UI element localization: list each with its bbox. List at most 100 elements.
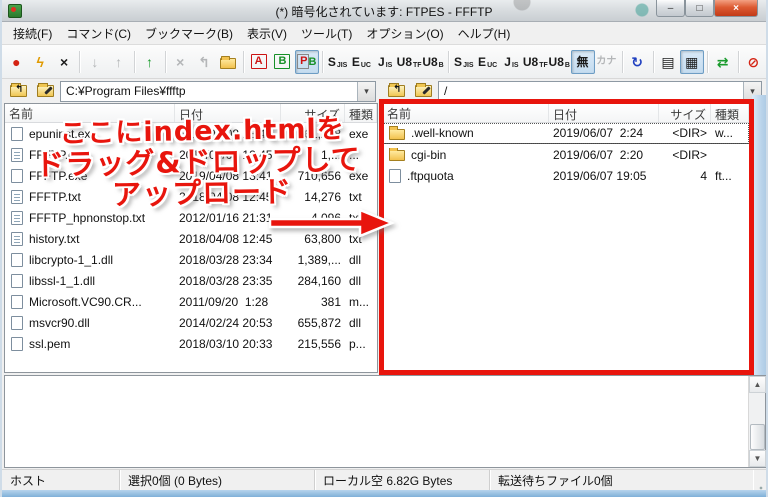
scroll-up-icon: ▲ [753, 380, 762, 389]
host-kanji-sjis-icon: S [327, 54, 336, 69]
file-icon [11, 273, 23, 288]
FFFTP.exe[interactable]: FFFTP.exe 2019/04/08 13:41 710,656 exe [5, 165, 377, 186]
binary-mode-button[interactable]: B [271, 50, 295, 74]
toolbar-separator [321, 50, 323, 73]
column-header-type[interactable]: 種類 [345, 104, 377, 122]
column-header-name[interactable]: 名前 [383, 104, 549, 122]
quick-connect-button[interactable]: ϟ [29, 50, 53, 74]
column-header-size[interactable]: サイズ [281, 104, 345, 122]
host-kanji-sjis-button[interactable]: S JIS [326, 50, 350, 74]
abort-button[interactable]: ⊘ [742, 50, 766, 74]
FFFTP.chm[interactable]: FFFTP.chm 2018/04/08 12:45 1,... ... [5, 144, 377, 165]
remote-up-folder-button[interactable]: ↰ [384, 81, 408, 102]
local-path-combobox[interactable]: C:¥Program Files¥ffftp ▾ [60, 80, 376, 102]
host-kanji-euc-icon: E [351, 54, 360, 69]
host-kanji-jis-button[interactable]: J IS [373, 50, 397, 74]
host-kanji-utf8bom-button[interactable]: U8 B [421, 50, 445, 74]
remote-path-combobox[interactable]: / ▾ [438, 80, 762, 102]
status-selection: 選択0個 (0 Bytes) [120, 470, 315, 490]
maximize-button[interactable]: □ [685, 0, 714, 17]
auto-mode-button[interactable]: PB [294, 49, 319, 74]
libcrypto-1_1.dll[interactable]: libcrypto-1_1.dll 2018/03/28 23:34 1,389… [5, 249, 377, 270]
msvcr90.dll[interactable]: msvcr90.dll 2014/02/24 20:53 655,872 dll [5, 312, 377, 333]
.well-known[interactable]: .well-known 2019/06/07 2:24 <DIR> w... [383, 123, 749, 144]
FFFTP.txt[interactable]: FFFTP.txt 2018/04/08 12:45 14,276 txt [5, 186, 377, 207]
download-button[interactable]: ↓ [83, 50, 107, 74]
local-change-folder-button[interactable] [33, 81, 57, 102]
log-scrollbar[interactable]: ▲ ▼ [748, 376, 766, 467]
ascii-mode-button[interactable]: A [247, 50, 271, 74]
download-icon: ↓ [91, 53, 99, 70]
menu-view[interactable]: 表示(V) [240, 22, 294, 45]
menu-connect[interactable]: 接続(F) [6, 22, 59, 45]
host-kanji-euc-button[interactable]: E UC [349, 50, 373, 74]
binary-mode-icon: B [274, 54, 291, 69]
mirror-upload-button[interactable]: ↑ [138, 50, 162, 74]
local-file-pane: 名前 日付 サイズ 種類 epuninst.exe 2019/04/08 13:… [4, 103, 378, 373]
refresh-icon: ↻ [631, 53, 644, 70]
make-directory-button[interactable] [216, 50, 240, 74]
epuninst.exe[interactable]: epuninst.exe 2019/04/08 13:41 161,288 ex… [5, 123, 377, 144]
abort-icon: ⊘ [747, 53, 760, 70]
sync-folders-button[interactable]: ⇄ [711, 50, 735, 74]
local-kanji-euc-icon: E [478, 54, 487, 69]
menu-bar: 接続(F) コマンド(C) ブックマーク(B) 表示(V) ツール(T) オプション(O)… [2, 22, 766, 45]
scroll-up-button[interactable]: ▲ [749, 376, 766, 393]
toolbar-separator [707, 50, 709, 73]
toolbar: ● ϟ × ↓ ↑ ↑ × ↰ A B P B S JIS E UC J IS U8 TF U8 B S JIS E UC J IS U… [2, 45, 766, 79]
connect-button[interactable]: ● [5, 50, 29, 74]
scroll-down-button[interactable]: ▼ [749, 450, 766, 467]
local-kanji-euc-button[interactable]: E UC [476, 50, 500, 74]
menu-command[interactable]: コマンド(C) [59, 22, 138, 45]
detail-view-button[interactable]: ▦ [680, 49, 705, 74]
text-file-icon [11, 189, 23, 204]
Microsoft.VC90.CR...[interactable]: Microsoft.VC90.CR... 2011/09/20 1:28 381… [5, 291, 377, 312]
column-header-size[interactable]: サイズ [659, 104, 711, 122]
local-kanji-sjis-button[interactable]: S JIS [452, 50, 476, 74]
column-header-date[interactable]: 日付 [549, 104, 659, 122]
menu-help[interactable]: ヘルプ(H) [451, 22, 518, 45]
list-view-button[interactable]: ▤ [657, 50, 681, 74]
ssl.pem[interactable]: ssl.pem 2018/03/10 20:33 215,556 p... [5, 333, 377, 354]
mirror-upload-icon: ↑ [145, 53, 153, 70]
disconnect-button[interactable]: × [53, 50, 77, 74]
libssl-1_1.dll[interactable]: libssl-1_1.dll 2018/03/28 23:35 284,160 … [5, 270, 377, 291]
upload-button[interactable]: ↑ [107, 50, 131, 74]
ascii-mode-icon: A [250, 54, 267, 69]
close-button[interactable]: × [714, 0, 758, 17]
menu-option[interactable]: オプション(O) [359, 22, 450, 45]
menu-tool[interactable]: ツール(T) [294, 22, 359, 45]
remote-change-folder-button[interactable] [411, 81, 435, 102]
refresh-button[interactable]: ↻ [626, 50, 650, 74]
local-kanji-utf8-button[interactable]: U8 TF [523, 50, 548, 74]
window-title: (*) 暗号化されています: FTPES - FFFTP [275, 5, 493, 19]
menu-bookmark[interactable]: ブックマーク(B) [138, 22, 240, 45]
file-icon [11, 168, 23, 183]
list-view-icon: ▤ [661, 53, 675, 70]
local-kanji-utf8bom-button[interactable]: U8 B [547, 50, 571, 74]
scrollbar-thumb[interactable] [750, 424, 765, 450]
quick-connect-icon: ϟ [36, 53, 44, 70]
host-kanji-utf8bom-icon: U8 [422, 54, 438, 69]
scroll-down-icon: ▼ [753, 454, 762, 463]
minimize-button[interactable]: – [656, 0, 685, 17]
column-header-name[interactable]: 名前 [5, 104, 175, 122]
local-kanji-jis-button[interactable]: J IS [500, 50, 524, 74]
column-header-type[interactable]: 種類 [711, 104, 749, 122]
file-icon [11, 315, 23, 330]
remote-path-row: ↰ / ▾ [380, 79, 766, 103]
FFFTP_hpnonstop.txt[interactable]: FFFTP_hpnonstop.txt 2012/01/16 21:31 4,0… [5, 207, 377, 228]
connect-icon: ● [12, 53, 21, 70]
delete-button[interactable]: × [169, 50, 193, 74]
.ftpquota[interactable]: .ftpquota 2019/06/07 19:05 4 ft... [383, 165, 749, 186]
history.txt[interactable]: history.txt 2018/04/08 12:45 63,800 txt [5, 228, 377, 249]
column-header-date[interactable]: 日付 [175, 104, 281, 122]
host-kanji-utf8-button[interactable]: U8 TF [397, 50, 422, 74]
cgi-bin[interactable]: cgi-bin 2019/06/07 2:20 <DIR> [383, 144, 749, 165]
local-up-folder-button[interactable]: ↰ [6, 81, 30, 102]
local-path-dropdown-button[interactable]: ▾ [357, 81, 375, 101]
kana-convert-button[interactable]: カナ [595, 50, 619, 74]
rename-button[interactable]: ↰ [193, 50, 217, 74]
toolbar-separator [243, 50, 245, 73]
kanji-none-button[interactable]: 無 [571, 49, 595, 74]
